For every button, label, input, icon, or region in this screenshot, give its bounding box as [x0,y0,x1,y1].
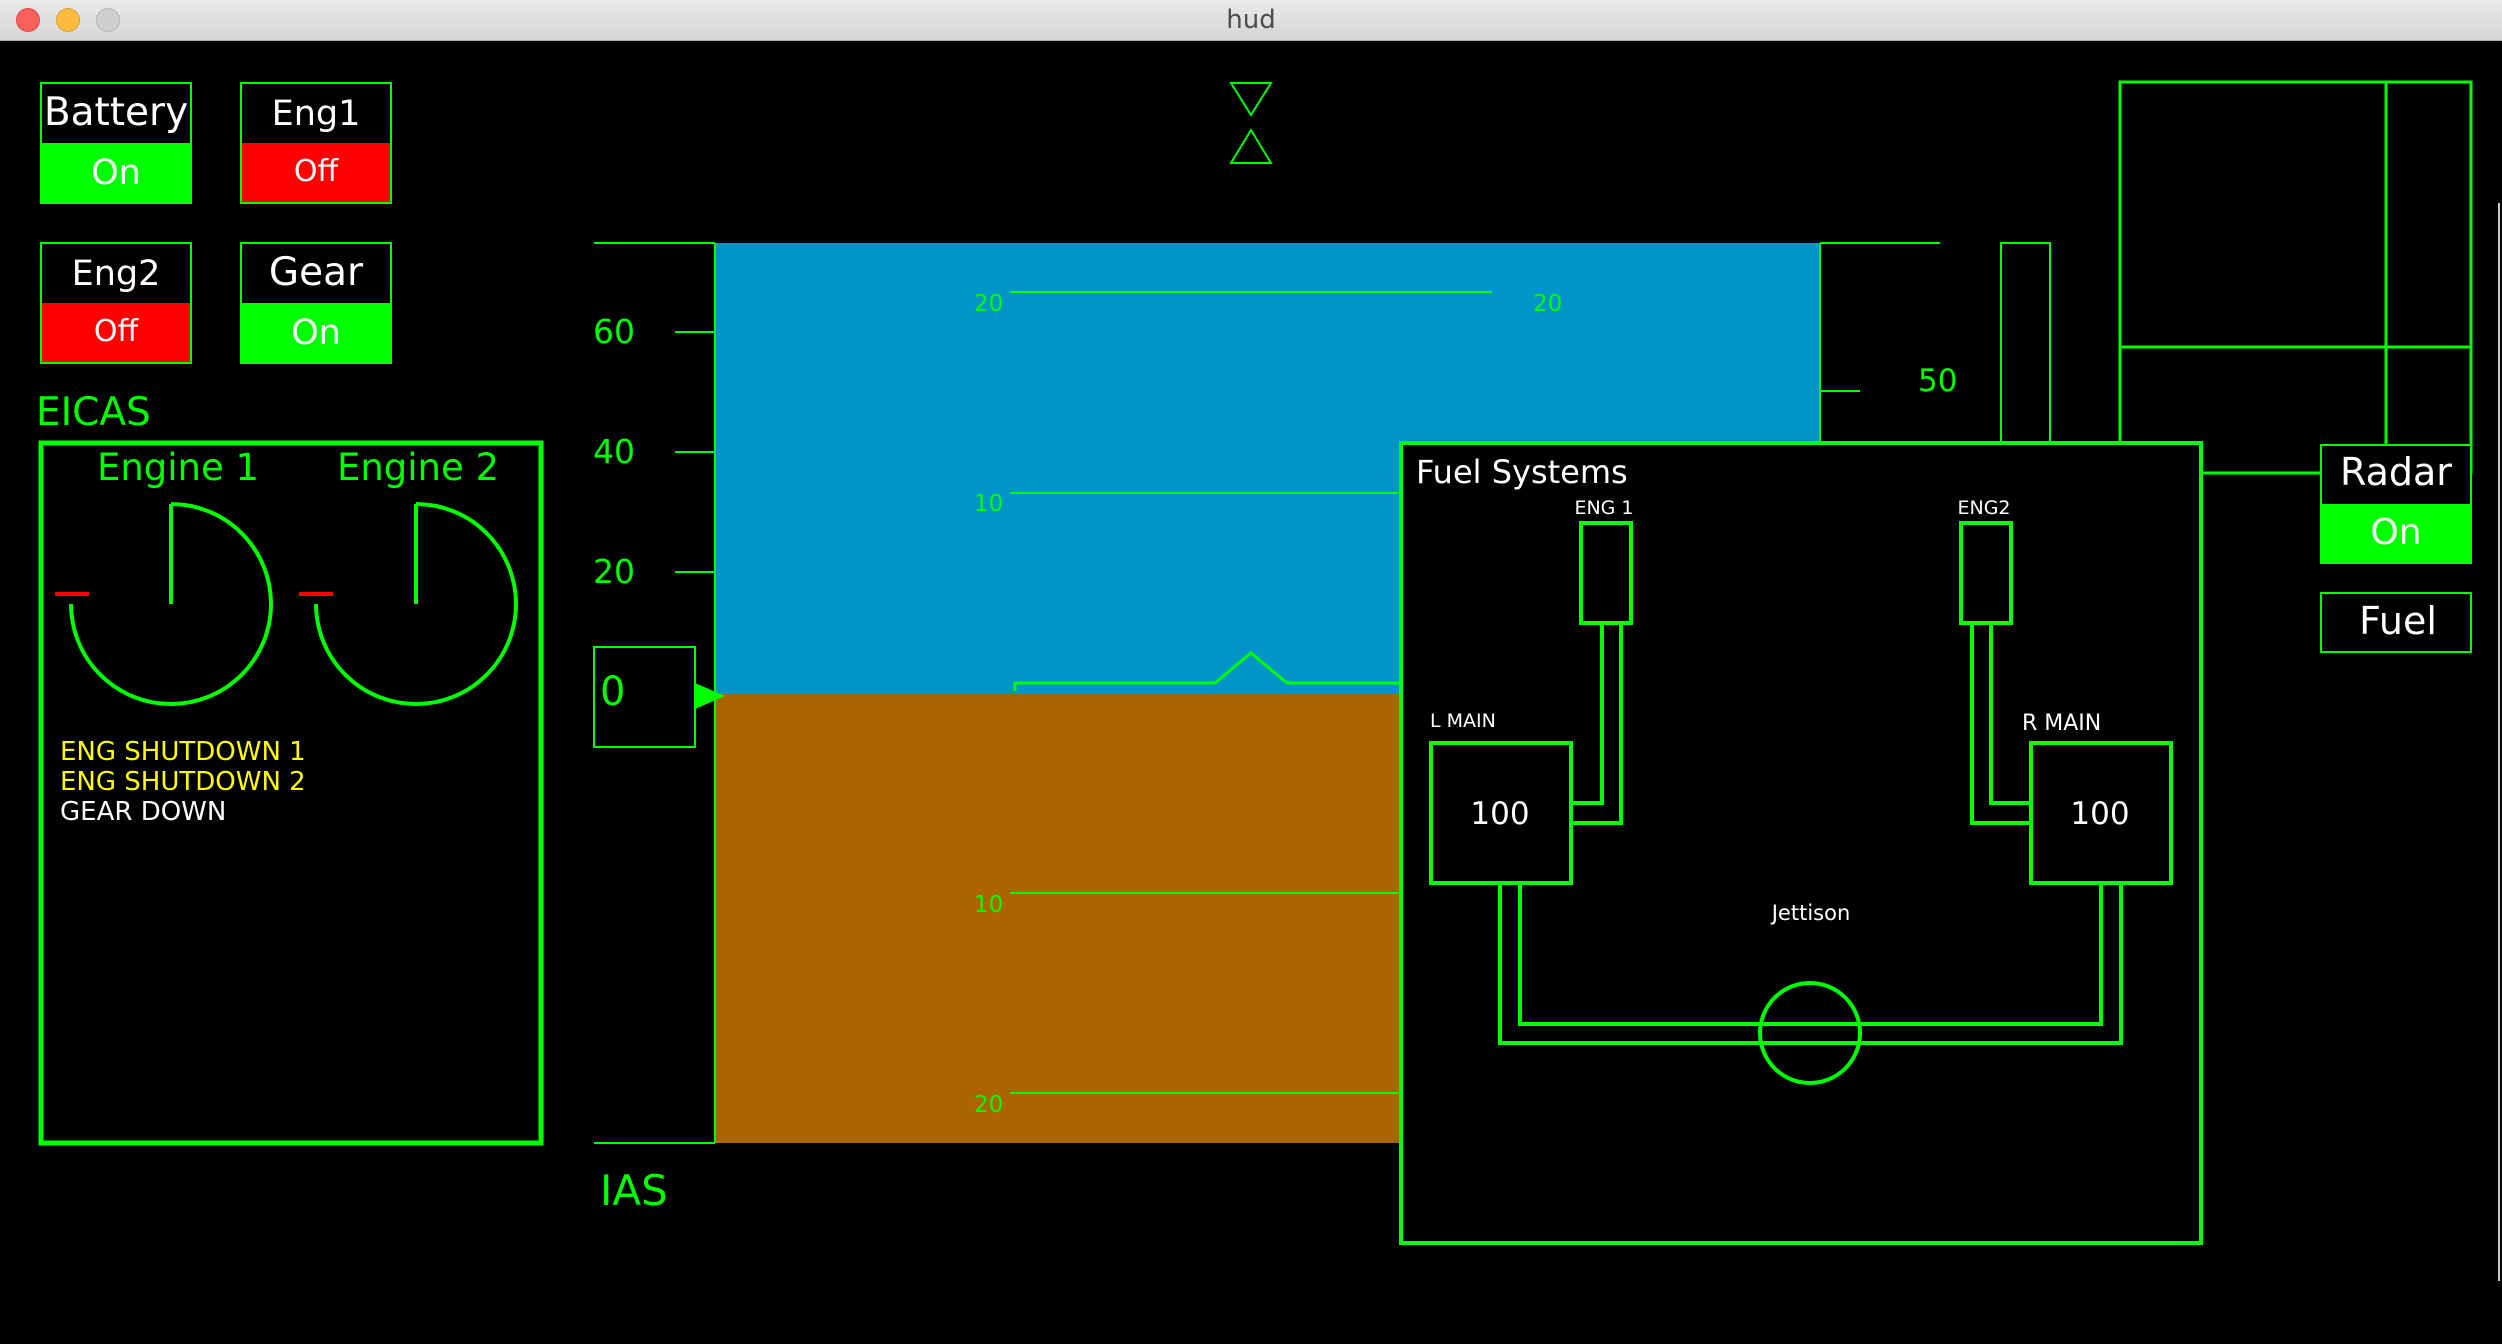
title-bar: hud [0,0,2502,41]
pitch-label-down-20: 20 [974,1092,1003,1118]
pitch-label-up-20-right: 20 [1533,291,1562,317]
eng2-toggle[interactable]: Eng2 Off [40,242,192,364]
mini-map [2118,80,2473,475]
fuel-systems-title: Fuel Systems [1416,453,1628,491]
heading-caret-down-icon [1229,82,1273,117]
eicas-message-1: ENG SHUTDOWN 1 [60,737,306,767]
eicas-message-3: GEAR DOWN [60,797,226,827]
ias-tape: 60 40 20 0 IAS [593,242,725,1215]
battery-toggle-label: Battery [44,90,188,135]
ias-current-value: 0 [600,669,625,715]
eng1-toggle[interactable]: Eng1 Off [240,82,392,204]
eng1-toggle-state: Off [294,154,340,189]
radar-toggle[interactable]: Radar On [2320,444,2472,564]
eng1-toggle-label: Eng1 [272,94,361,134]
jettison-label: Jettison [1770,901,1851,925]
fuel-button-label: Fuel [2359,599,2437,643]
radar-toggle-state: On [2370,512,2421,553]
engine2-label: Engine 2 [337,446,499,489]
gear-toggle-state: On [291,313,341,353]
hud-canvas: 20 20 10 10 20 60 40 20 0 IAS 50 Battery… [36,80,2500,1281]
l-main-label: L MAIN [1430,710,1496,732]
r-main-value: 100 [2070,796,2129,832]
pitch-label-down-10: 10 [974,892,1003,918]
altitude-label-50: 50 [1918,363,1957,399]
eng2-feed-label: ENG2 [1957,497,2010,519]
fuel-systems-panel: Fuel Systems ENG 1 ENG2 L MAIN R MAIN Je… [1399,441,2203,1245]
heading-caret-up-icon [1229,128,1273,164]
fuel-systems-frame [1399,441,2203,1245]
pitch-label-up-10: 10 [974,491,1003,517]
battery-toggle-state: On [91,153,141,193]
eng2-toggle-label: Eng2 [72,254,161,294]
eng1-feed-label: ENG 1 [1574,497,1633,519]
r-main-label: R MAIN [2022,711,2101,736]
pitch-label-up-20: 20 [974,291,1003,317]
hud-window: hud 20 20 10 10 20 60 40 20 0 IAS 50 Bat… [0,0,2502,1340]
gear-toggle[interactable]: Gear On [240,242,392,364]
l-main-value: 100 [1470,796,1529,832]
gear-toggle-label: Gear [269,250,364,295]
engine1-label: Engine 1 [97,446,259,489]
ias-label-60: 60 [593,312,635,351]
eng2-toggle-state: Off [94,314,140,349]
eicas-panel: EICAS Engine 1 Engine 2 ENG SHUTDOWN 1 E… [36,390,544,1146]
hud-stage: 20 20 10 10 20 60 40 20 0 IAS 50 Battery… [0,41,2502,1340]
ias-label-20: 20 [593,552,635,591]
window-title: hud [1226,5,1276,35]
fuel-button[interactable]: Fuel [2320,592,2472,653]
ias-label-40: 40 [593,432,635,471]
radar-toggle-label: Radar [2340,450,2452,494]
ias-label: IAS [600,1166,668,1215]
eicas-message-2: ENG SHUTDOWN 2 [60,767,306,797]
battery-toggle[interactable]: Battery On [40,82,192,204]
eicas-title: EICAS [36,390,151,435]
